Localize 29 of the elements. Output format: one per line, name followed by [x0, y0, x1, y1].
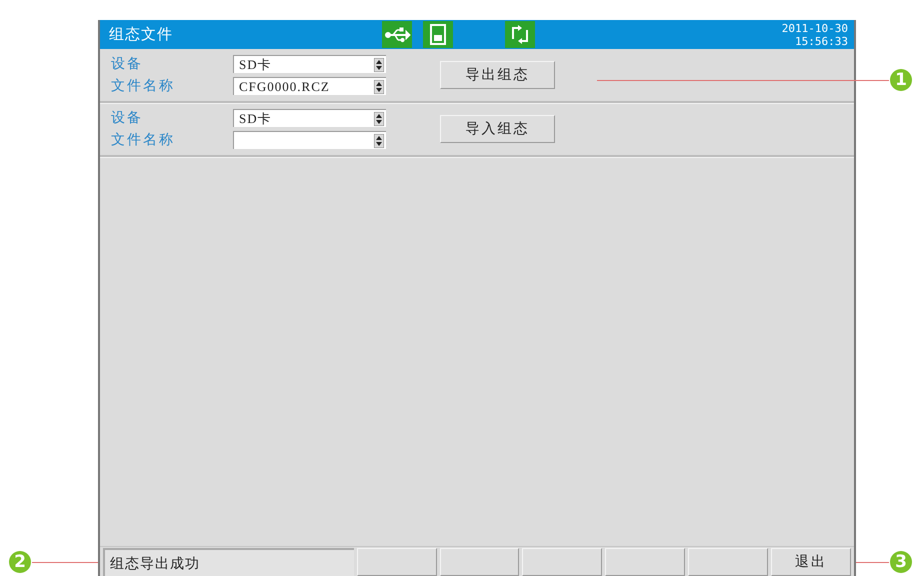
field-label: 文件名称	[111, 77, 176, 95]
spinner-icon	[374, 80, 384, 94]
dropdown-field[interactable]: SD卡	[233, 55, 386, 73]
action-button[interactable]: 导出组态	[440, 61, 555, 89]
spinner-icon	[374, 134, 384, 148]
field-label: 文件名称	[111, 131, 176, 149]
window-title: 组态文件	[109, 25, 173, 44]
dropdown-field[interactable]: SD卡	[233, 109, 386, 127]
field-label: 设备	[111, 109, 144, 127]
blank-softkey[interactable]	[440, 548, 520, 576]
blank-softkey[interactable]	[688, 548, 768, 576]
status-message: 组态导出成功	[103, 548, 354, 576]
callout-number: 2	[9, 551, 31, 573]
spinner-icon	[374, 112, 384, 126]
dropdown-field[interactable]: CFG0000.RCZ	[233, 77, 386, 95]
leader-line	[856, 562, 889, 563]
blank-softkey[interactable]	[356, 548, 437, 576]
blank-softkey[interactable]	[605, 548, 686, 576]
action-button[interactable]: 导入组态	[440, 115, 555, 143]
blank-softkey[interactable]	[522, 548, 602, 576]
spinner-icon	[374, 58, 384, 72]
softkey-button[interactable]: 退出	[771, 548, 851, 576]
date-text: 2011-10-30	[782, 22, 848, 34]
dropdown-field[interactable]	[233, 131, 386, 149]
leader-line	[32, 562, 98, 563]
field-label: 设备	[111, 55, 144, 73]
callout-number: 3	[890, 551, 912, 573]
callout-number: 1	[890, 69, 912, 91]
time-text: 15:56:33	[795, 34, 848, 48]
